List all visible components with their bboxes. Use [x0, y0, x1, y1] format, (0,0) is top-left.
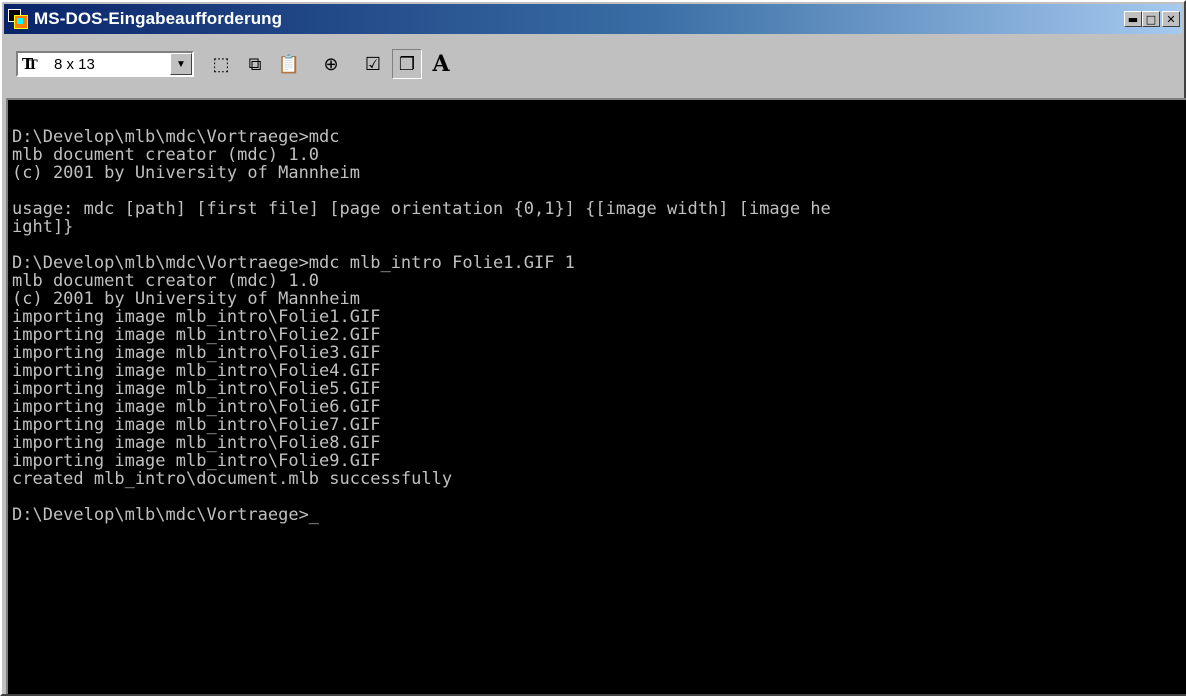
- console-line: importing image mlb_intro\Folie2.GIF: [12, 325, 381, 345]
- properties-button[interactable]: ☑: [358, 49, 388, 79]
- console-line: D:\Develop\mlb\mdc\Vortraege>mdc: [12, 127, 340, 147]
- console-line: usage: mdc [path] [first file] [page ori…: [12, 199, 831, 219]
- paste-button[interactable]: 📋: [274, 49, 304, 79]
- mark-tool-icon: ⬚: [212, 53, 230, 74]
- font-button[interactable]: A: [426, 49, 456, 79]
- msdos-window: MS-DOS-Eingabeaufforderung ▬ □ ✕ TT 8 x …: [0, 0, 1186, 696]
- toolbar: TT 8 x 13 ▼ ⬚ ⧉ 📋 ⊕ ☑ ❐ A: [4, 36, 1182, 92]
- console-line: importing image mlb_intro\Folie6.GIF: [12, 397, 381, 417]
- console-line: mlb document creator (mdc) 1.0: [12, 145, 320, 165]
- window-controls: ▬ □ ✕: [1124, 11, 1180, 27]
- copy-button[interactable]: ⧉: [240, 49, 270, 79]
- console-line: importing image mlb_intro\Folie8.GIF: [12, 433, 381, 453]
- font-size-select[interactable]: TT 8 x 13 ▼: [16, 51, 194, 77]
- console-line: ight]}: [12, 217, 74, 237]
- console-line: created mlb_intro\document.mlb successfu…: [12, 469, 453, 489]
- console-line: importing image mlb_intro\Folie1.GIF: [12, 307, 381, 327]
- console-line: mlb document creator (mdc) 1.0: [12, 271, 320, 291]
- copy-tool-icon: ⧉: [248, 53, 262, 74]
- console-line: importing image mlb_intro\Folie7.GIF: [12, 415, 381, 435]
- minimize-button[interactable]: ▬: [1124, 11, 1142, 27]
- background-button[interactable]: ❐: [392, 49, 422, 79]
- background-tool-icon: ❐: [398, 53, 416, 74]
- fullscreen-button[interactable]: ⊕: [316, 49, 346, 79]
- fullscreen-tool-icon: ⊕: [323, 53, 339, 74]
- console-line: importing image mlb_intro\Folie4.GIF: [12, 361, 381, 381]
- close-button[interactable]: ✕: [1162, 11, 1180, 27]
- console-line: importing image mlb_intro\Folie3.GIF: [12, 343, 381, 363]
- font-tool-icon: A: [432, 51, 450, 77]
- console-line: D:\Develop\mlb\mdc\Vortraege>mdc mlb_int…: [12, 253, 575, 273]
- properties-tool-icon: ☑: [364, 53, 382, 74]
- console-line: (c) 2001 by University of Mannheim: [12, 163, 360, 183]
- msdos-app-icon[interactable]: [8, 9, 28, 29]
- console-line: (c) 2001 by University of Mannheim: [12, 289, 360, 309]
- console-line: importing image mlb_intro\Folie9.GIF: [12, 451, 381, 471]
- console-prompt-line: D:\Develop\mlb\mdc\Vortraege>_: [12, 505, 320, 525]
- maximize-button[interactable]: □: [1142, 11, 1160, 27]
- paste-tool-icon: 📋: [277, 53, 301, 74]
- font-size-value: 8 x 13: [54, 55, 95, 73]
- console-output[interactable]: D:\Develop\mlb\mdc\Vortraege>mdc mlb doc…: [6, 98, 1186, 694]
- truetype-font-icon: TT: [22, 55, 38, 73]
- console-line: importing image mlb_intro\Folie5.GIF: [12, 379, 381, 399]
- chevron-down-icon[interactable]: ▼: [170, 53, 192, 75]
- window-title: MS-DOS-Eingabeaufforderung: [34, 9, 283, 28]
- mark-button[interactable]: ⬚: [206, 49, 236, 79]
- title-bar[interactable]: MS-DOS-Eingabeaufforderung ▬ □ ✕: [4, 4, 1182, 34]
